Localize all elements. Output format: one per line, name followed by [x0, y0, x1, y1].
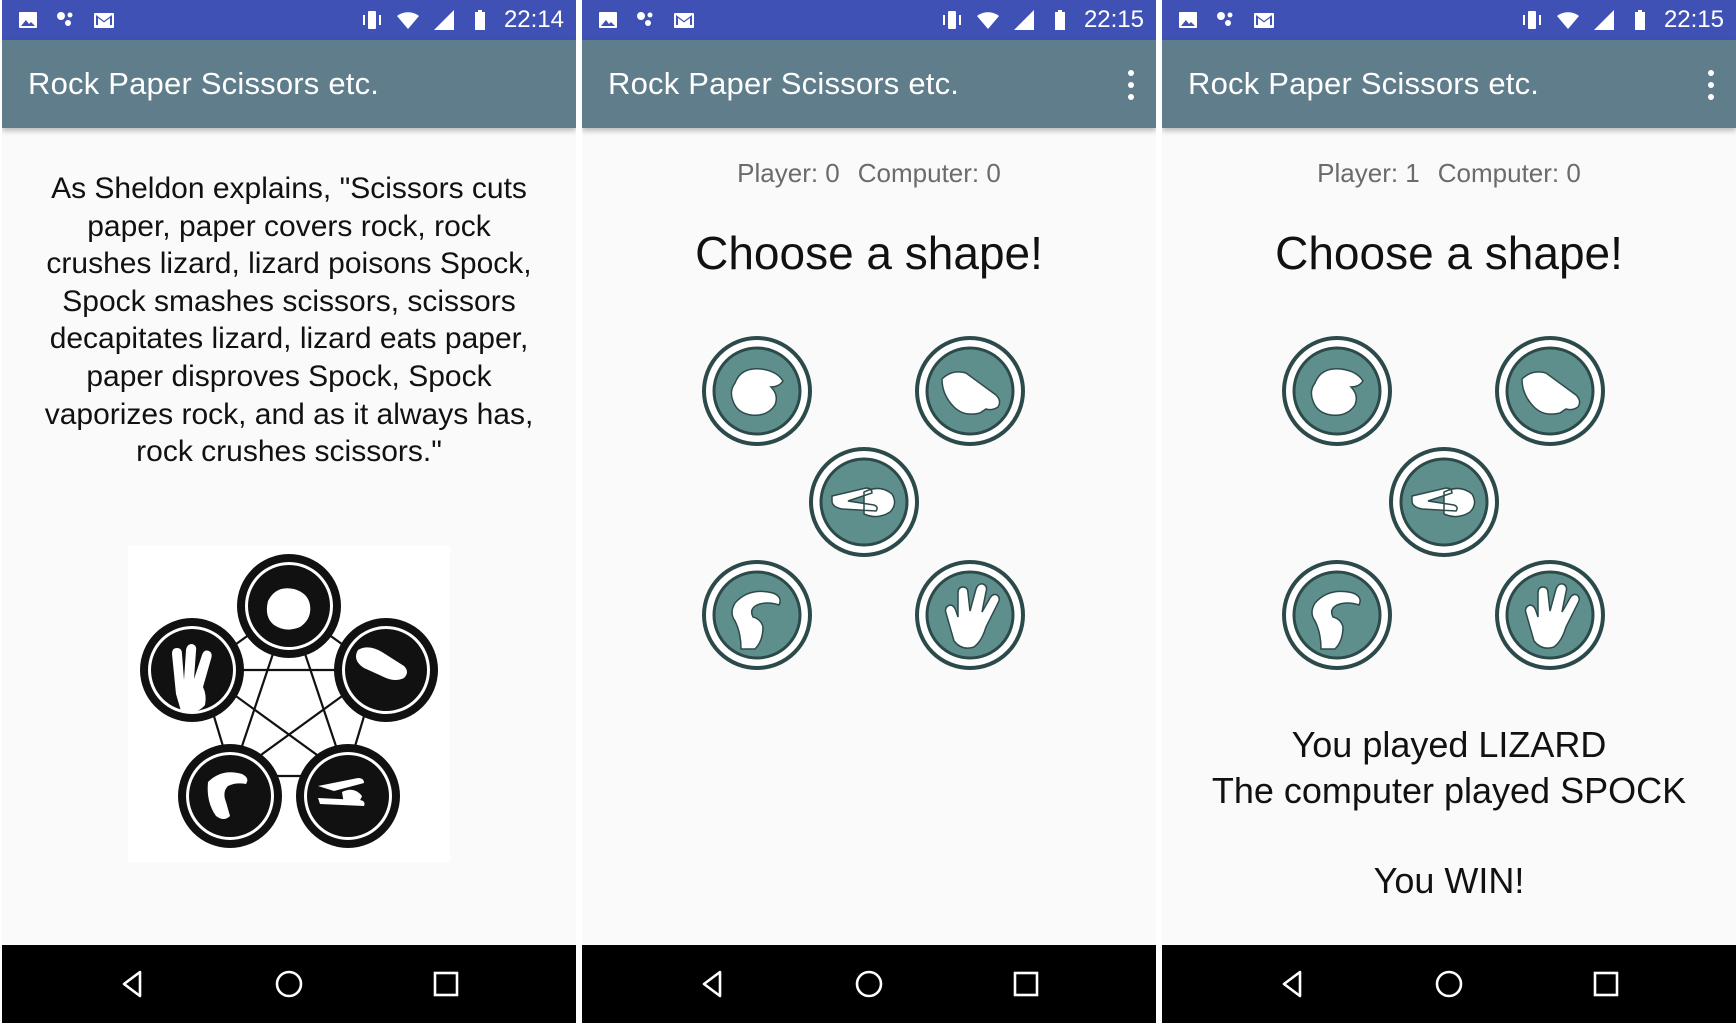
clock: 22:15 — [1083, 6, 1144, 33]
signal-icon — [1592, 8, 1616, 32]
score-line: Player: 1 Computer: 0 — [1162, 158, 1736, 189]
status-bar: 22:15 — [1162, 0, 1736, 40]
rock-button[interactable] — [1281, 335, 1393, 447]
back-icon[interactable] — [692, 964, 732, 1004]
intro-text: As Sheldon explains, "Scissors cuts pape… — [44, 172, 534, 469]
gmail-icon — [672, 8, 696, 32]
screen-game-result: 22:15 Rock Paper Scissors etc. Player: 1… — [1162, 0, 1736, 1023]
nav-bar — [582, 945, 1156, 1023]
vibrate-icon — [940, 8, 964, 32]
app-title: Rock Paper Scissors etc. — [1188, 66, 1540, 101]
lizard-button[interactable] — [1281, 559, 1393, 671]
recents-icon[interactable] — [426, 964, 466, 1004]
home-icon[interactable] — [1429, 964, 1469, 1004]
home-icon[interactable] — [849, 964, 889, 1004]
battery-icon — [468, 8, 492, 32]
dots-icon — [1214, 8, 1238, 32]
paper-button[interactable] — [914, 335, 1026, 447]
screen-game-start: 22:15 Rock Paper Scissors etc. Player: 0… — [582, 0, 1156, 1023]
app-title: Rock Paper Scissors etc. — [608, 66, 960, 101]
rock-paper-scissors-lizard-spock-diagram-icon — [128, 546, 450, 862]
battery-icon — [1628, 8, 1652, 32]
rock-button[interactable] — [701, 335, 813, 447]
vibrate-icon — [1520, 8, 1544, 32]
spock-button[interactable] — [1494, 559, 1606, 671]
gmail-icon — [1252, 8, 1276, 32]
signal-icon — [1012, 8, 1036, 32]
vibrate-icon — [360, 8, 384, 32]
overflow-menu-icon[interactable] — [1126, 70, 1136, 100]
home-icon[interactable] — [269, 964, 309, 1004]
app-title: Rock Paper Scissors etc. — [28, 66, 380, 101]
app-bar: Rock Paper Scissors etc. — [582, 40, 1156, 128]
recents-icon[interactable] — [1006, 964, 1046, 1004]
dots-icon — [634, 8, 658, 32]
back-icon[interactable] — [112, 964, 152, 1004]
clock: 22:15 — [1663, 6, 1724, 33]
spock-button[interactable] — [914, 559, 1026, 671]
app-bar: Rock Paper Scissors etc. — [2, 40, 576, 128]
clock: 22:14 — [503, 6, 564, 33]
app-bar: Rock Paper Scissors etc. — [1162, 40, 1736, 128]
gmail-icon — [92, 8, 116, 32]
computer-score: Computer: 0 — [1437, 158, 1581, 188]
recents-icon[interactable] — [1586, 964, 1626, 1004]
paper-button[interactable] — [1494, 335, 1606, 447]
screen-intro: 22:14 Rock Paper Scissors etc. As Sheldo… — [2, 0, 576, 1023]
image-icon — [16, 8, 40, 32]
battery-icon — [1048, 8, 1072, 32]
content: Player: 1 Computer: 0 Choose a shape! You… — [1162, 128, 1736, 945]
outcome-text: You WIN! — [1373, 860, 1525, 901]
status-bar: 22:14 — [2, 0, 576, 40]
wifi-icon — [1556, 8, 1580, 32]
result-text: You played LIZARD The computer played SP… — [1162, 722, 1736, 904]
choose-prompt: Choose a shape! — [695, 227, 1043, 279]
image-icon — [1176, 8, 1200, 32]
scissors-button[interactable] — [1388, 446, 1500, 558]
status-bar: 22:15 — [582, 0, 1156, 40]
computer-score: Computer: 0 — [857, 158, 1001, 188]
you-played-text: You played LIZARD — [1291, 724, 1607, 765]
overflow-menu-icon[interactable] — [1706, 70, 1716, 100]
content: Player: 0 Computer: 0 Choose a shape! — [582, 128, 1156, 945]
signal-icon — [432, 8, 456, 32]
back-icon[interactable] — [1272, 964, 1312, 1004]
player-score: Player: 0 — [737, 158, 840, 188]
dots-icon — [54, 8, 78, 32]
nav-bar — [2, 945, 576, 1023]
scissors-button[interactable] — [808, 446, 920, 558]
computer-played-text: The computer played SPOCK — [1211, 770, 1687, 811]
score-line: Player: 0 Computer: 0 — [582, 158, 1156, 189]
lizard-button[interactable] — [701, 559, 813, 671]
player-score: Player: 1 — [1317, 158, 1420, 188]
content: As Sheldon explains, "Scissors cuts pape… — [2, 128, 576, 945]
wifi-icon — [976, 8, 1000, 32]
nav-bar — [1162, 945, 1736, 1023]
choose-prompt: Choose a shape! — [1275, 227, 1623, 279]
wifi-icon — [396, 8, 420, 32]
image-icon — [596, 8, 620, 32]
